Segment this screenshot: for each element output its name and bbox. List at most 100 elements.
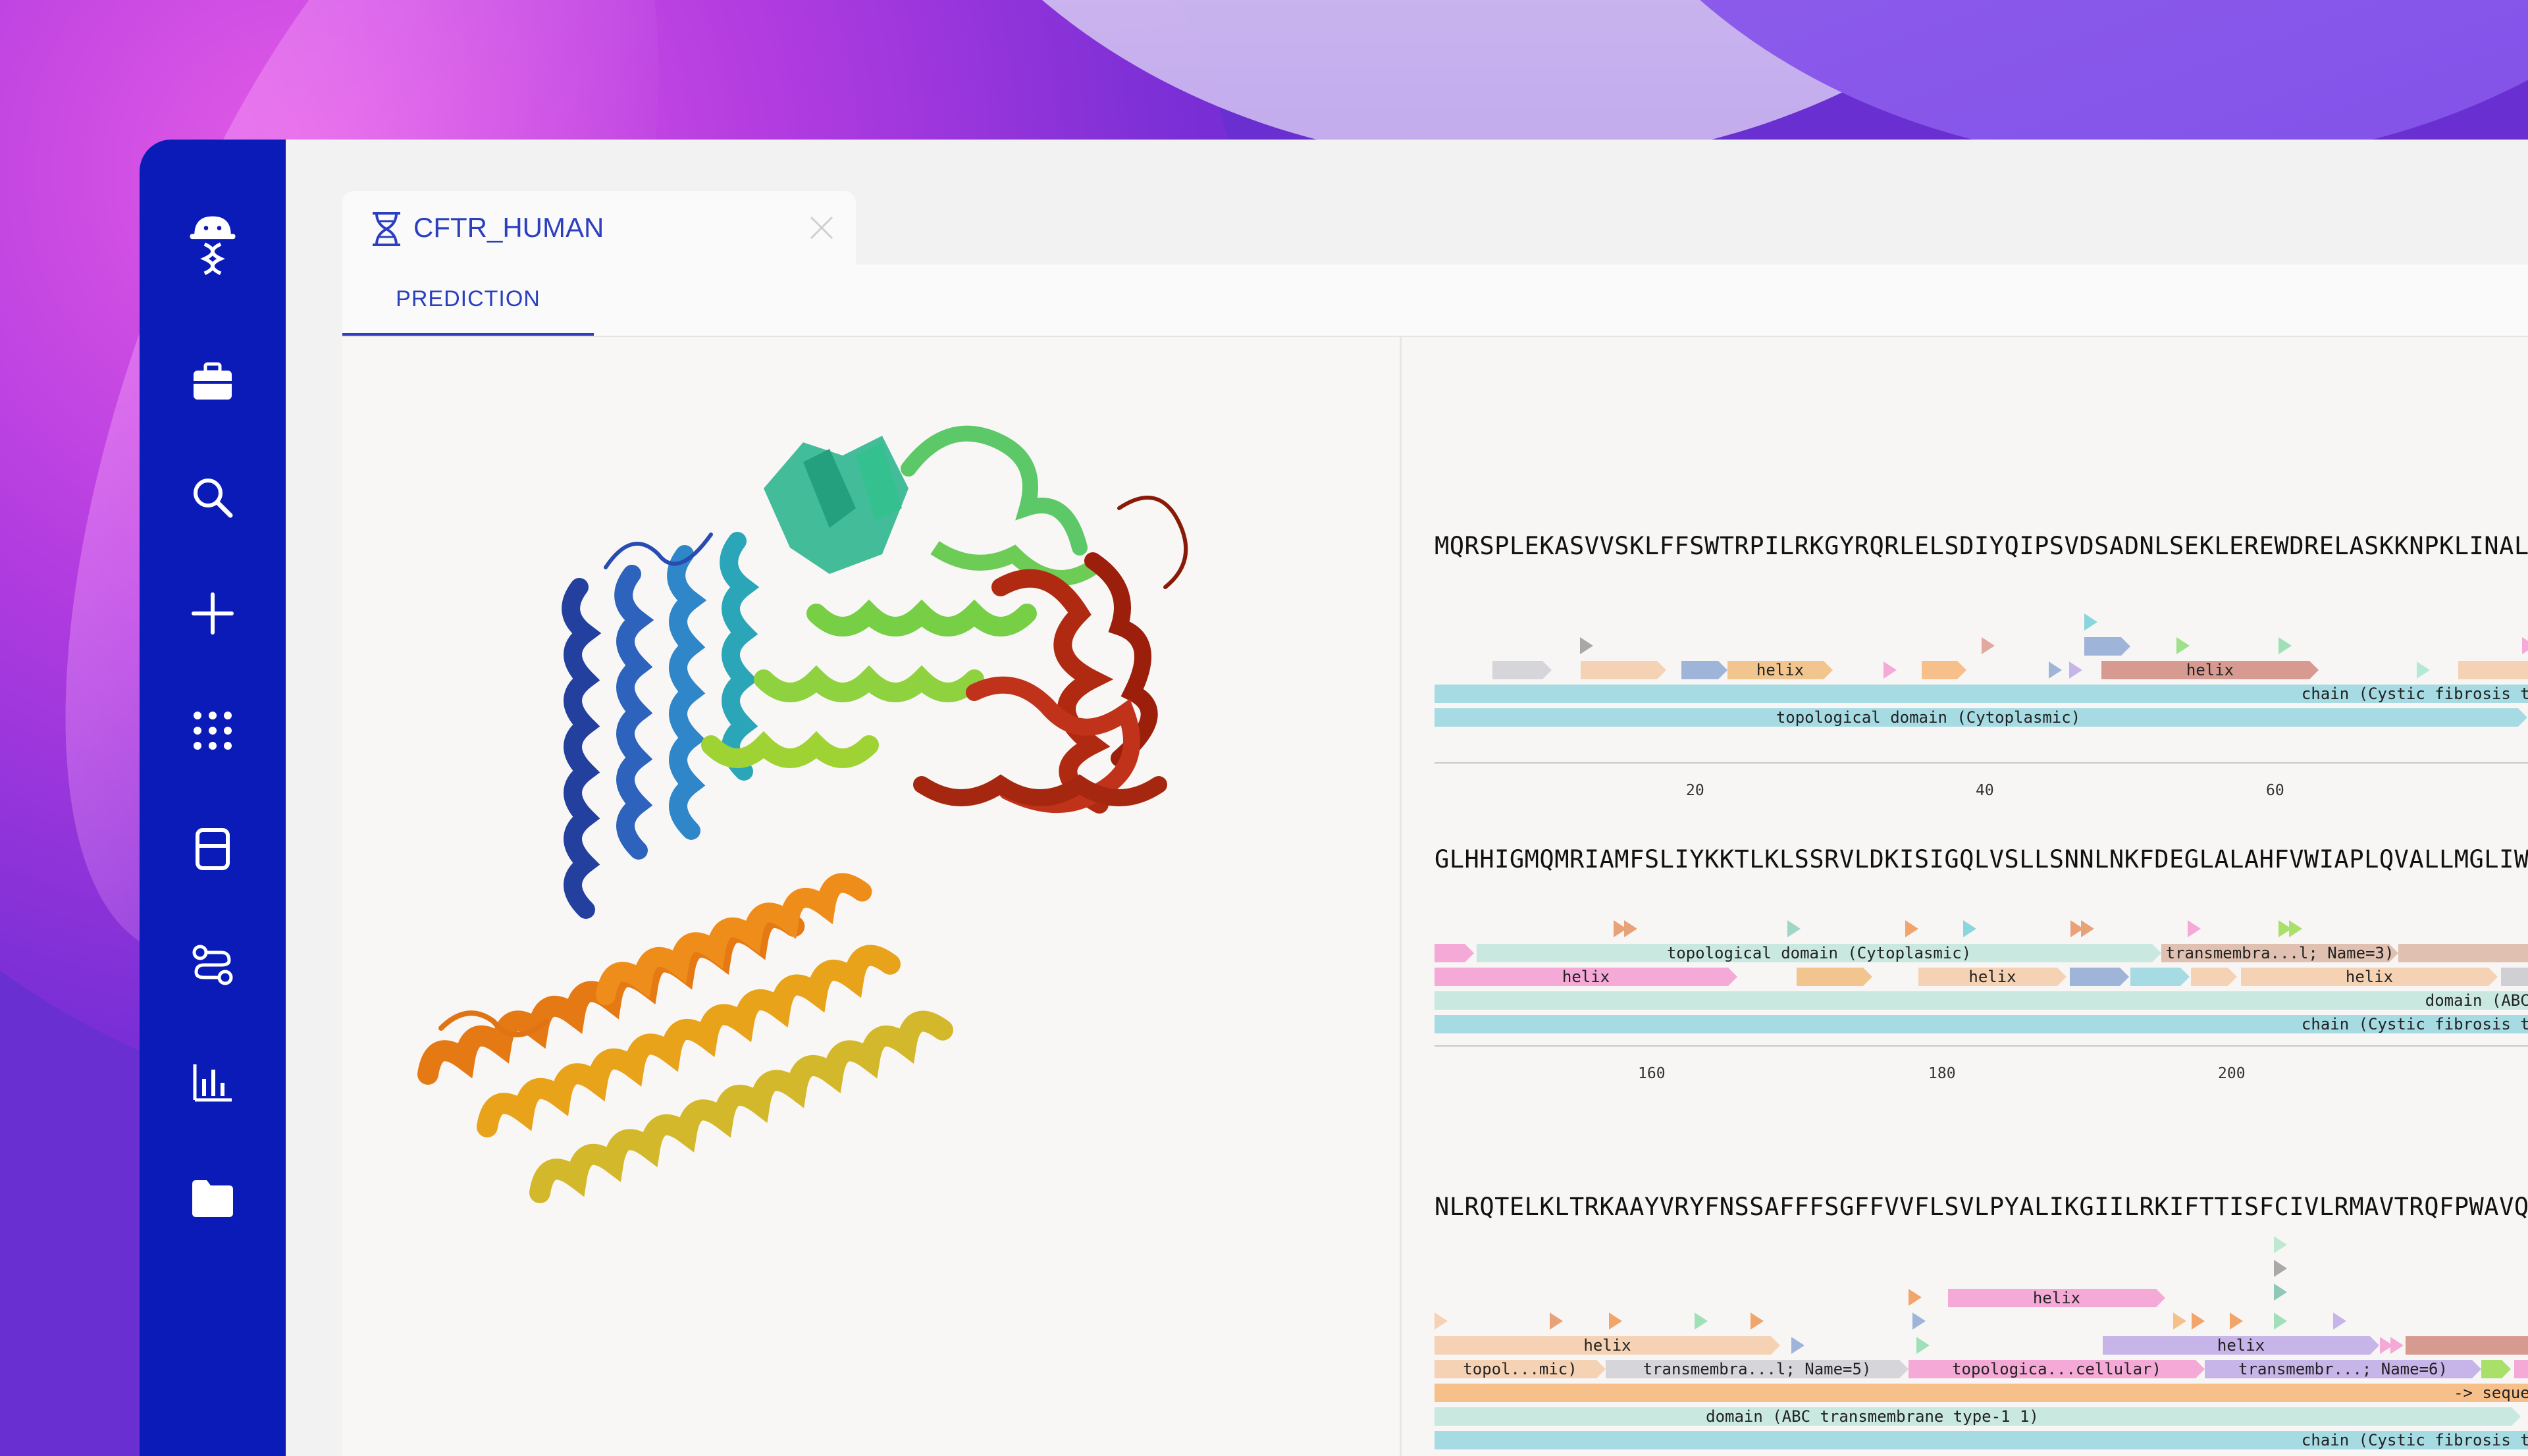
feature-helix[interactable]: helix	[1918, 968, 2067, 986]
close-icon[interactable]	[807, 213, 836, 242]
feature-helix[interactable]: helix	[1435, 968, 1737, 986]
feature-strand[interactable]	[2130, 968, 2190, 986]
feature-marker[interactable]	[1624, 920, 1637, 937]
bar-chart-icon[interactable]	[180, 1049, 246, 1115]
tab-prediction[interactable]: PREDICTION	[342, 265, 594, 336]
helix-track: helix helix	[1435, 1336, 2528, 1355]
workflow-icon[interactable]	[180, 932, 246, 998]
feature-marker[interactable]	[1982, 637, 1995, 654]
feature-marker[interactable]	[1609, 1313, 1622, 1330]
sequence-feature-viewer[interactable]: MQRSPLEKASVVSKLFFSWTRPILRKGYRQRLELSDIYQI…	[1402, 337, 2528, 1456]
feature-transmembrane[interactable]	[2398, 944, 2528, 962]
topological-track: topological domain (Cytoplasmic)	[1435, 708, 2528, 727]
sidebar	[140, 140, 286, 1456]
feature-domain[interactable]: domain (ABC transmembrane type-1 1)	[1435, 1407, 2521, 1426]
search-icon[interactable]	[180, 465, 246, 531]
feature-marker[interactable]	[2274, 1284, 2287, 1301]
feature-helix[interactable]: helix	[1727, 661, 1833, 679]
feature-marker[interactable]	[1695, 1313, 1708, 1330]
feature-helix[interactable]: helix	[2241, 968, 2498, 986]
feature-strand[interactable]	[1681, 661, 1727, 679]
feature-domain[interactable]: domain (ABC transmembrane	[1435, 991, 2528, 1010]
feature-marker[interactable]	[2230, 1313, 2243, 1330]
feature-marker[interactable]	[1883, 662, 1897, 679]
feature-marker[interactable]	[1912, 1313, 1926, 1330]
feature-turn[interactable]	[1581, 661, 1666, 679]
topological-track: topological domain (Cytoplasmic) transme…	[1435, 944, 2528, 962]
feature-marker[interactable]	[2278, 637, 2292, 654]
feature-marker[interactable]	[1550, 1313, 1563, 1330]
feature-transmembrane[interactable]: transmembra...l; Name=5)	[1606, 1360, 1909, 1378]
domain-track: domain (ABC transmembrane	[1435, 991, 2528, 1010]
feature-marker[interactable]	[2081, 920, 2094, 937]
feature-helix[interactable]: helix	[2103, 1336, 2379, 1355]
feature-marker[interactable]	[2176, 637, 2190, 654]
database-icon[interactable]	[180, 816, 246, 882]
feature-marker[interactable]	[2173, 1313, 2186, 1330]
transmembrane-track: topol...mic) transmembra...l; Name=5) to…	[1435, 1360, 2528, 1378]
subtab-bar: PREDICTION	[342, 265, 2528, 337]
feature-turn[interactable]	[1492, 661, 1552, 679]
feature-marker[interactable]	[1580, 637, 1593, 654]
feature-marker[interactable]	[2390, 1337, 2404, 1354]
sequence-row-1: MQRSPLEKASVVSKLFFSWTRPILRKGYRQRLELSDIYQI…	[1435, 532, 2528, 560]
feature-topological-domain[interactable]: topological domain (Cytoplasmic)	[1477, 944, 2161, 962]
feature-marker[interactable]	[2274, 1313, 2287, 1330]
document-tab[interactable]: CFTR_HUMAN	[342, 191, 856, 265]
feature-turn[interactable]	[1797, 968, 1872, 986]
feature-marker[interactable]	[2069, 662, 2082, 679]
feature-transmembrane[interactable]: transmembr...; Name=6)	[2205, 1360, 2481, 1378]
feature-marker[interactable]	[2333, 1313, 2346, 1330]
feature-topological-domain[interactable]: topological domain (Cytoplasmic)	[1435, 708, 2527, 727]
feature-strand[interactable]	[2070, 968, 2129, 986]
feature-helix[interactable]: helix	[1948, 1289, 2165, 1307]
apps-grid-icon[interactable]	[180, 698, 246, 764]
feature-marker[interactable]	[1787, 920, 1801, 937]
folder-icon[interactable]	[180, 1165, 246, 1231]
structure-viewer[interactable]	[342, 337, 1400, 1456]
feature-marker[interactable]	[1905, 920, 1918, 937]
feature-marker[interactable]	[1435, 1313, 1448, 1330]
feature-chain[interactable]: chain (Cystic fibrosis transmembrane c	[1435, 1015, 2528, 1033]
feature-chain[interactable]: chain (Cystic fibrosis transmembrane c	[1435, 1431, 2528, 1449]
tick-label: 60	[2266, 782, 2284, 799]
feature-topological-domain[interactable]: topologica...cellular)	[1909, 1360, 2205, 1378]
tick-label: 180	[1928, 1065, 1956, 1082]
feature-helix[interactable]: helix	[2101, 661, 2319, 679]
briefcase-icon[interactable]	[180, 349, 246, 415]
feature-turn[interactable]	[2514, 1360, 2528, 1378]
feature-marker[interactable]	[1751, 1313, 1764, 1330]
feature-transmembrane[interactable]: transmembra...l; Name=3)	[2161, 944, 2398, 962]
feature-marker[interactable]	[2192, 1313, 2205, 1330]
feature-turn[interactable]	[2191, 968, 2237, 986]
feature-marker[interactable]	[2289, 920, 2302, 937]
feature-marker[interactable]	[2417, 662, 2430, 679]
feature-marker[interactable]	[1963, 920, 1976, 937]
feature-marker[interactable]	[2274, 1260, 2287, 1277]
plus-icon[interactable]	[180, 581, 246, 646]
feature-marker[interactable]	[1909, 1289, 1922, 1306]
tick-label: 20	[1686, 782, 1704, 799]
feature-chain[interactable]: chain (Cystic fibrosis transmembrane c	[1435, 685, 2528, 703]
feature-marker[interactable]	[2522, 637, 2528, 654]
feature-turn[interactable]	[2458, 661, 2528, 679]
feature-turn[interactable]	[2406, 1336, 2528, 1355]
mascot-logo-icon[interactable]	[180, 212, 246, 278]
sequence-row-3: NLRQTELKLTRKAAYVRYFNSSAFFFSGFFVVFLSVLPYA…	[1435, 1193, 2528, 1221]
feature-turn[interactable]	[2501, 968, 2528, 986]
feature-marker[interactable]	[2049, 662, 2062, 679]
feature-turn[interactable]	[2481, 1360, 2511, 1378]
feature-topological-domain[interactable]: topol...mic)	[1435, 1360, 1606, 1378]
feature-marker[interactable]	[1791, 1337, 1804, 1354]
axis-row-2	[1435, 1045, 2528, 1047]
feature-marker[interactable]	[2084, 613, 2097, 631]
chain-track: chain (Cystic fibrosis transmembrane c	[1435, 1431, 2528, 1449]
feature-helix[interactable]	[1435, 944, 1474, 962]
feature-turn[interactable]	[1922, 661, 1966, 679]
feature-helix[interactable]: helix	[1435, 1336, 1780, 1355]
feature-marker[interactable]	[1916, 1337, 1930, 1354]
feature-strand[interactable]	[2084, 637, 2130, 656]
feature-marker[interactable]	[2274, 1236, 2287, 1253]
feature-marker[interactable]	[2188, 920, 2201, 937]
feature-sequence-variant[interactable]: -> sequence variant (I	[1435, 1384, 2528, 1402]
